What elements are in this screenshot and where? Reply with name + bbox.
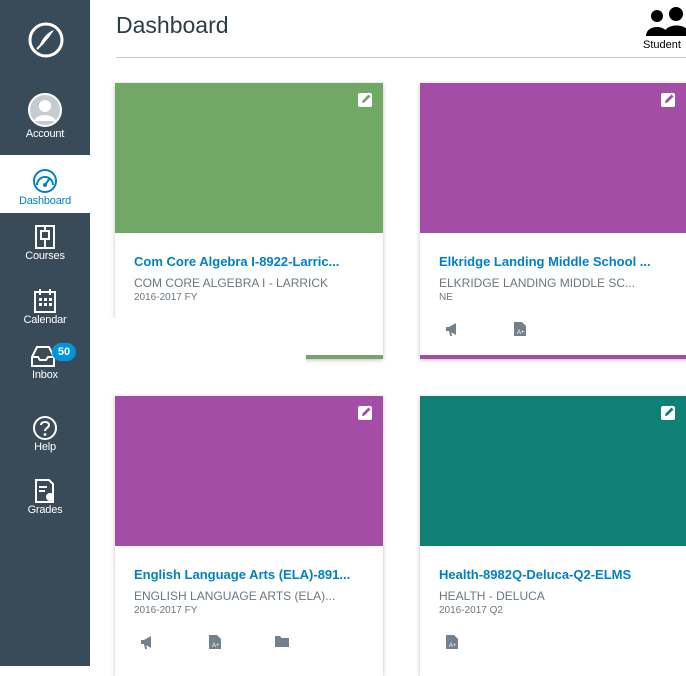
course-card-title[interactable]: English Language Arts (ELA)-891...	[134, 567, 369, 582]
help-icon	[33, 416, 57, 440]
inbox-unread-badge: 50	[52, 343, 76, 361]
assignments-icon[interactable]: A+	[445, 634, 459, 650]
course-card-title[interactable]: Com Core Algebra I-8922-Larric...	[134, 254, 369, 269]
nav-grades[interactable]: Grades	[0, 478, 90, 516]
edit-icon[interactable]	[660, 404, 677, 421]
course-card[interactable]: Elkridge Landing Middle School ... ELKRI…	[420, 83, 686, 359]
course-card[interactable]: English Language Arts (ELA)-891... ENGLI…	[115, 396, 383, 676]
dashboard-icon	[33, 169, 57, 193]
nav-inbox[interactable]: 50 Inbox	[0, 343, 90, 381]
nav-courses[interactable]: Courses	[0, 224, 90, 262]
courses-icon	[35, 225, 55, 249]
course-card-term: 2016-2017 FY	[134, 292, 198, 303]
course-card-hero[interactable]	[420, 396, 686, 546]
calendar-icon	[34, 289, 56, 313]
page-title: Dashboard	[116, 12, 229, 38]
header-divider	[116, 57, 686, 58]
student-view-button[interactable]: Student	[640, 4, 686, 54]
nav-dashboard[interactable]: Dashboard	[0, 155, 90, 213]
assignments-icon[interactable]: A+	[513, 321, 527, 337]
avatar	[28, 93, 62, 127]
svg-text:A+: A+	[517, 330, 525, 336]
nav-grades-label: Grades	[27, 504, 63, 516]
nav-courses-label: Courses	[25, 250, 65, 262]
svg-text:A+: A+	[449, 643, 457, 649]
grades-icon	[35, 479, 54, 503]
edit-icon[interactable]	[660, 91, 677, 108]
course-card[interactable]: Health-8982Q-Deluca-Q2-ELMS HEALTH - DEL…	[420, 396, 686, 676]
nav-account[interactable]: Account	[0, 92, 90, 140]
nav-help-label: Help	[34, 441, 56, 453]
course-card-hero[interactable]	[420, 83, 686, 233]
announcements-icon[interactable]	[445, 321, 461, 337]
course-card-subtitle: HEALTH - DELUCA	[439, 589, 545, 603]
course-card-subtitle: ELKRIDGE LANDING MIDDLE SC...	[439, 276, 636, 290]
student-view-label: Student	[643, 39, 681, 51]
course-card-term: NE	[439, 292, 453, 303]
course-card-hero[interactable]	[115, 396, 383, 546]
canvas-logo-icon[interactable]	[26, 20, 66, 60]
nav-calendar-label: Calendar	[23, 314, 67, 326]
nav-help[interactable]: Help	[0, 415, 90, 453]
course-card-subtitle: ENGLISH LANGUAGE ARTS (ELA)...	[134, 589, 336, 603]
course-card-title[interactable]: Health-8982Q-Deluca-Q2-ELMS	[439, 567, 679, 582]
global-nav: Account Dashboard Courses Calendar 50 In…	[0, 0, 90, 666]
nav-calendar[interactable]: Calendar	[0, 288, 90, 326]
announcements-icon[interactable]	[140, 634, 156, 650]
course-card-hero[interactable]	[115, 83, 383, 233]
overlay-blank-panel	[90, 318, 306, 384]
assignments-icon[interactable]: A+	[208, 634, 222, 650]
course-card-term: 2016-2017 FY	[134, 605, 198, 616]
svg-text:A+: A+	[212, 643, 220, 649]
student-view-icon	[646, 7, 686, 36]
nav-account-label: Account	[25, 128, 65, 140]
edit-icon[interactable]	[357, 91, 374, 108]
course-card-subtitle: COM CORE ALGEBRA I - LARRICK	[134, 276, 329, 290]
course-card-term: 2016-2017 Q2	[439, 605, 503, 616]
course-card-title[interactable]: Elkridge Landing Middle School ...	[439, 254, 669, 269]
nav-dashboard-label: Dashboard	[18, 195, 71, 207]
edit-icon[interactable]	[357, 404, 374, 421]
nav-inbox-label: Inbox	[32, 369, 58, 381]
folder-icon[interactable]	[274, 634, 290, 648]
course-card-color-bar	[420, 355, 686, 359]
